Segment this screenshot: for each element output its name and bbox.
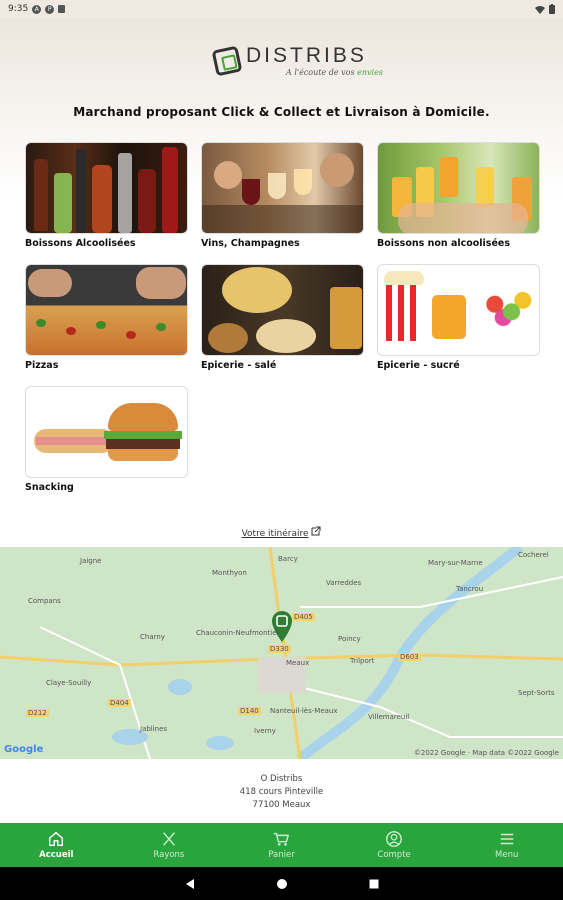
home-icon (49, 831, 64, 847)
map-town: Meaux (286, 659, 310, 667)
external-link-icon[interactable] (311, 526, 321, 536)
category-card-boissons-non-alcoolisees[interactable]: Boissons non alcoolisées (377, 142, 540, 249)
status-bar: 9:35 A P (0, 0, 563, 18)
map-town: Charny (140, 633, 165, 641)
category-card-vins-champagnes[interactable]: Vins, Champagnes (201, 142, 364, 249)
alcohol-bottles-image (25, 142, 188, 234)
category-card-epicerie-sucre[interactable]: Epicerie - sucré (377, 264, 540, 371)
cart-icon (274, 832, 290, 846)
battery-icon (549, 4, 555, 14)
soft-drinks-image (377, 142, 540, 234)
map-town: Trilport (350, 657, 375, 665)
category-label: Pizzas (25, 360, 59, 371)
status-time: 9:35 (8, 4, 29, 14)
nav-label: Menu (495, 850, 519, 860)
brand-name: DISTRIBS (246, 44, 367, 67)
recents-icon[interactable] (368, 878, 380, 890)
category-label: Epicerie - salé (201, 360, 277, 371)
page-headline: Marchand proposant Click & Collect et Li… (73, 105, 490, 119)
brand-tagline: A l'écoute de vos envies (286, 68, 383, 77)
category-label: Boissons Alcoolisées (25, 238, 136, 249)
road-label: D140 (238, 707, 261, 715)
road-label: D603 (398, 653, 421, 661)
map-town: Jablines (140, 725, 168, 733)
map-town: Sept-Sorts (518, 689, 555, 697)
wine-toast-image (201, 142, 364, 234)
map-town: Compans (28, 597, 61, 605)
wifi-icon (535, 5, 545, 14)
road-label: D404 (108, 699, 131, 707)
map-town: Monthyon (212, 569, 247, 577)
nav-label: Accueil (39, 850, 74, 860)
map-town: Varreddes (326, 579, 362, 587)
nav-label: Rayons (153, 850, 185, 860)
pizza-image (25, 264, 188, 356)
road-label: D330 (268, 645, 291, 653)
category-label: Boissons non alcoolisées (377, 238, 511, 249)
map-pin-icon[interactable] (270, 609, 294, 643)
road-label: D405 (292, 613, 315, 621)
category-card-epicerie-sale[interactable]: Epicerie - salé (201, 264, 364, 371)
nav-rayons[interactable]: Rayons (113, 823, 226, 867)
map-town: Nanteuil-lès-Meaux (270, 707, 338, 715)
map-roads (0, 547, 563, 759)
category-card-boissons-alcoolisees[interactable]: Boissons Alcoolisées (25, 142, 188, 249)
category-card-pizzas[interactable]: Pizzas (25, 264, 188, 371)
nav-compte[interactable]: Compte (338, 823, 451, 867)
system-navigation-bar (0, 867, 563, 900)
nav-label: Panier (268, 850, 295, 860)
account-icon (386, 831, 402, 847)
nav-panier[interactable]: Panier (225, 823, 338, 867)
sandwich-burger-image (25, 386, 188, 478)
chips-snacks-image (201, 264, 364, 356)
map-town: Cocherel (518, 551, 549, 559)
popcorn-candy-image (377, 264, 540, 356)
itinerary-row: Votre itinéraire (0, 526, 563, 539)
category-label: Epicerie - sucré (377, 360, 460, 371)
map-copyright: ©2022 Google · Map data ©2022 Google (413, 749, 559, 757)
map-town: Jaigne (80, 557, 102, 565)
notification-a-icon: A (32, 4, 42, 14)
utensils-icon (162, 832, 175, 846)
map-town: Barcy (278, 555, 298, 563)
map-town: Claye-Souilly (46, 679, 92, 687)
category-label: Vins, Champagnes (201, 238, 300, 249)
store-address: O Distribs 418 cours Pinteville 77100 Me… (0, 773, 563, 812)
home-circle-icon[interactable] (276, 878, 288, 890)
itinerary-link[interactable]: Votre itinéraire (242, 529, 309, 539)
store-street: 418 cours Pinteville (239, 787, 324, 797)
logo-mark-icon (211, 45, 243, 77)
category-label: Snacking (25, 482, 74, 493)
store-name: O Distribs (260, 774, 303, 784)
back-icon[interactable] (184, 878, 196, 890)
map-town: Iverny (254, 727, 276, 735)
location-map[interactable]: Cocherel Mary-sur-Marne Jaigne Barcy Mon… (0, 547, 563, 759)
map-town: Mary-sur-Marne (428, 559, 483, 567)
map-town: Poincy (338, 635, 361, 643)
google-logo: Google (4, 744, 44, 755)
road-label: D212 (26, 709, 49, 717)
brand-logo[interactable]: DISTRIBS A l'écoute de vos envies (211, 44, 383, 77)
notification-p-icon: P (45, 4, 55, 14)
sim-icon (58, 5, 66, 13)
nav-label: Compte (377, 850, 411, 860)
menu-icon (500, 833, 513, 845)
map-town: Villemareuil (368, 713, 410, 721)
category-card-snacking[interactable]: Snacking (25, 386, 188, 493)
nav-menu[interactable]: Menu (450, 823, 563, 867)
store-city: 77100 Meaux (252, 800, 311, 810)
map-town: Tancrou (456, 585, 484, 593)
bottom-navigation: Accueil Rayons Panier Compte Menu (0, 823, 563, 867)
nav-accueil[interactable]: Accueil (0, 823, 113, 867)
